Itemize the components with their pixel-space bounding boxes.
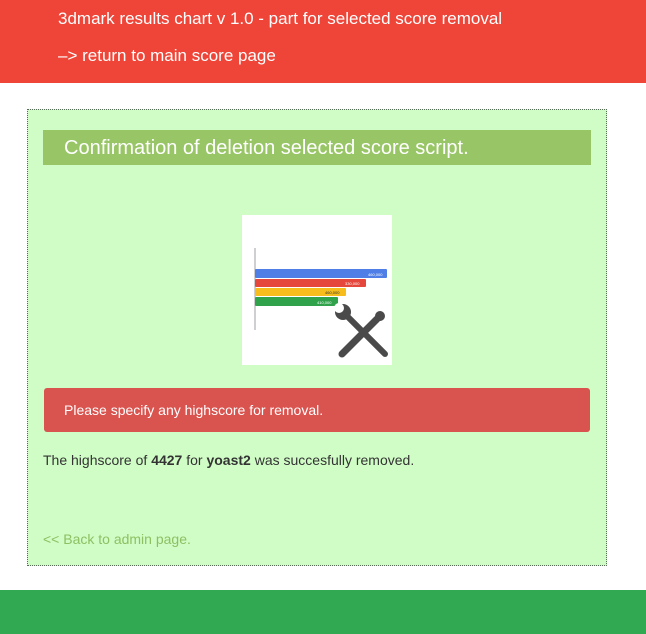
top-header: 3dmark results chart v 1.0 - part for se… — [0, 0, 646, 83]
chart-tools-logo-graphic: 460,000 330,000 460,000 410,000 — [254, 248, 388, 358]
result-message: The highscore of 4427 for yoast2 was suc… — [43, 452, 414, 468]
alert-text: Please specify any highscore for removal… — [64, 402, 324, 418]
logo-bar-label: 460,000 — [368, 272, 383, 277]
return-to-main-link[interactable]: –> return to main score page — [58, 46, 276, 66]
result-prefix: The highscore of — [43, 452, 148, 468]
wrench-screwdriver-icon — [334, 303, 388, 358]
result-middle: for — [186, 452, 203, 468]
panel-heading: Confirmation of deletion selected score … — [43, 130, 591, 165]
result-suffix: was succesfully removed. — [254, 452, 415, 468]
logo-bar-label: 460,000 — [325, 290, 340, 295]
result-score: 4427 — [151, 452, 183, 468]
logo-bar-label: 330,000 — [345, 281, 360, 286]
back-to-admin-link[interactable]: << Back to admin page. — [43, 531, 191, 547]
error-alert: Please specify any highscore for removal… — [44, 388, 590, 432]
content-panel: Confirmation of deletion selected score … — [27, 109, 607, 566]
page-title: 3dmark results chart v 1.0 - part for se… — [58, 9, 503, 28]
chart-tools-logo-icon: 460,000 330,000 460,000 410,000 — [242, 215, 392, 365]
footer-bar — [0, 590, 646, 634]
logo-bar-label: 410,000 — [317, 300, 332, 305]
panel-heading-text: Confirmation of deletion selected score … — [64, 137, 469, 159]
result-user: yoast2 — [206, 452, 251, 468]
